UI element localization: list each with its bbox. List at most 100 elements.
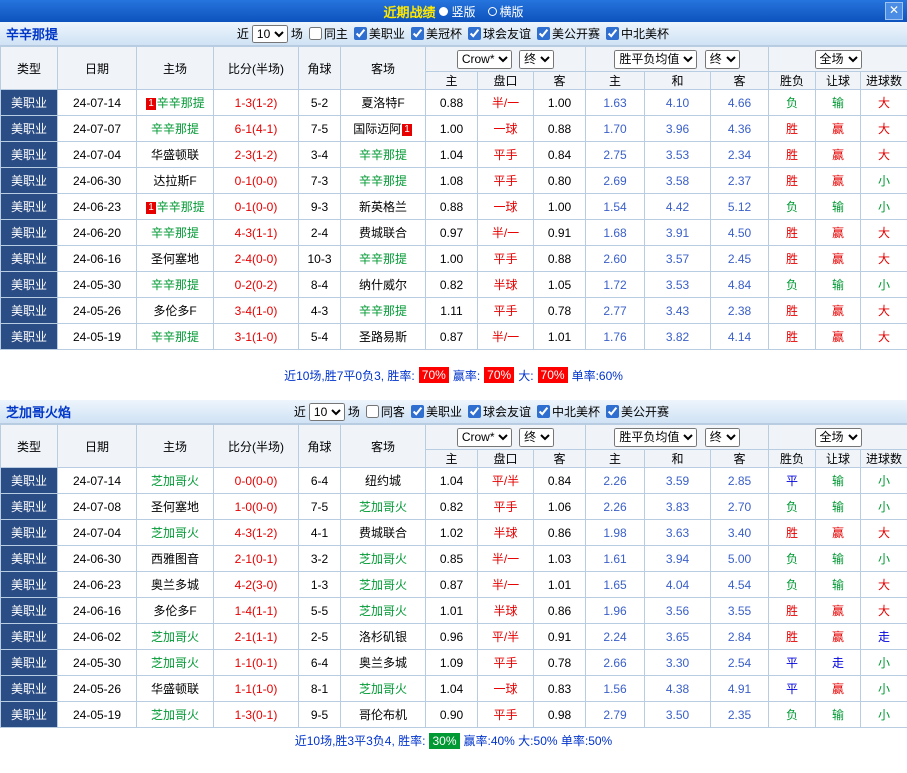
goals-cell: 大 bbox=[861, 246, 907, 272]
match-row: 美职业24-06-231辛辛那提0-1(0-0)9-3新英格兰0.88一球1.0… bbox=[1, 194, 907, 220]
away-team-cell: 辛辛那提 bbox=[341, 298, 426, 324]
corner-cell: 5-2 bbox=[299, 90, 341, 116]
home-odds-cell: 0.87 bbox=[426, 572, 478, 598]
same-venue-filter[interactable]: 同主 bbox=[309, 25, 348, 42]
handicap-result-cell: 赢 bbox=[816, 168, 861, 194]
league-checkbox[interactable] bbox=[468, 27, 481, 40]
same-venue-checkbox[interactable] bbox=[366, 405, 379, 418]
handicap-cell: 平手 bbox=[478, 702, 534, 728]
odds-time-select[interactable]: 终 bbox=[519, 50, 554, 69]
avg-type-select[interactable]: 胜平负均值 bbox=[614, 50, 697, 69]
avg-away-cell: 5.12 bbox=[711, 194, 769, 220]
col-header-type: 类型 bbox=[1, 47, 58, 90]
match-row: 美职业24-05-19辛辛那提3-1(1-0)5-4圣路易斯0.87半/一1.0… bbox=[1, 324, 907, 350]
corner-cell: 3-4 bbox=[299, 142, 341, 168]
summary-text: 单率:60% bbox=[572, 367, 623, 384]
league-checkbox[interactable] bbox=[468, 405, 481, 418]
league-cell: 美职业 bbox=[1, 116, 58, 142]
handicap-cell: 平手 bbox=[478, 494, 534, 520]
odds-group-header: Crow* 终 bbox=[426, 47, 586, 72]
league-checkbox[interactable] bbox=[606, 405, 619, 418]
league-checkbox[interactable] bbox=[537, 405, 550, 418]
subcol-odds-home: 主 bbox=[426, 72, 478, 90]
league-filter[interactable]: 球会友谊 bbox=[468, 25, 531, 42]
league-label: 美公开赛 bbox=[621, 403, 669, 420]
team-name-text: 夏洛特F bbox=[361, 96, 404, 110]
goals-cell: 大 bbox=[861, 90, 907, 116]
col-header-away: 客场 bbox=[341, 47, 426, 90]
radio-horizontal-label: 横版 bbox=[500, 3, 524, 20]
result-cell: 胜 bbox=[769, 624, 816, 650]
handicap-cell: 平/半 bbox=[478, 624, 534, 650]
avg-draw-cell: 3.65 bbox=[645, 624, 711, 650]
odds-company-select[interactable]: Crow* bbox=[457, 428, 512, 447]
odds-company-select[interactable]: Crow* bbox=[457, 50, 512, 69]
home-team-cell: 多伦多F bbox=[137, 598, 214, 624]
away-team-cell: 费城联合 bbox=[341, 220, 426, 246]
score-cell: 6-1(4-1) bbox=[214, 116, 299, 142]
home-odds-cell: 1.09 bbox=[426, 650, 478, 676]
handicap-result-cell: 输 bbox=[816, 702, 861, 728]
period-select[interactable]: 全场 bbox=[815, 50, 862, 69]
league-checkbox[interactable] bbox=[354, 27, 367, 40]
avg-draw-cell: 3.43 bbox=[645, 298, 711, 324]
league-checkbox[interactable] bbox=[411, 27, 424, 40]
league-filter[interactable]: 美职业 bbox=[411, 403, 462, 420]
league-checkbox[interactable] bbox=[606, 27, 619, 40]
same-venue-filter[interactable]: 同客 bbox=[366, 403, 405, 420]
away-odds-cell: 1.01 bbox=[534, 572, 586, 598]
avg-time-select[interactable]: 终 bbox=[705, 50, 740, 69]
league-filter[interactable]: 中北美杯 bbox=[606, 25, 669, 42]
avg-away-cell: 3.40 bbox=[711, 520, 769, 546]
odds-time-select[interactable]: 终 bbox=[519, 428, 554, 447]
match-row: 美职业24-07-04华盛顿联2-3(1-2)3-4辛辛那提1.04平手0.84… bbox=[1, 142, 907, 168]
result-cell: 负 bbox=[769, 546, 816, 572]
avg-away-cell: 2.85 bbox=[711, 468, 769, 494]
match-row: 美职业24-06-20辛辛那提4-3(1-1)2-4费城联合0.97半/一0.9… bbox=[1, 220, 907, 246]
result-cell: 平 bbox=[769, 468, 816, 494]
away-odds-cell: 1.01 bbox=[534, 324, 586, 350]
league-cell: 美职业 bbox=[1, 494, 58, 520]
league-filter[interactable]: 球会友谊 bbox=[468, 403, 531, 420]
avg-draw-cell: 3.50 bbox=[645, 702, 711, 728]
home-team-cell: 华盛顿联 bbox=[137, 142, 214, 168]
away-odds-cell: 0.78 bbox=[534, 650, 586, 676]
close-icon[interactable]: ✕ bbox=[885, 2, 903, 20]
league-label: 球会友谊 bbox=[483, 403, 531, 420]
avg-time-select[interactable]: 终 bbox=[705, 428, 740, 447]
match-count-select[interactable]: 10 bbox=[252, 25, 288, 43]
avg-away-cell: 5.00 bbox=[711, 546, 769, 572]
handicap-result-cell: 赢 bbox=[816, 298, 861, 324]
league-filter[interactable]: 美公开赛 bbox=[606, 403, 669, 420]
league-cell: 美职业 bbox=[1, 572, 58, 598]
team-name-text: 圣何塞地 bbox=[151, 252, 199, 266]
radio-vertical[interactable]: 竖版 bbox=[439, 3, 475, 20]
league-filter[interactable]: 美冠杯 bbox=[411, 25, 462, 42]
avg-home-cell: 1.76 bbox=[586, 324, 645, 350]
avg-draw-cell: 4.10 bbox=[645, 90, 711, 116]
match-count-select[interactable]: 10 bbox=[309, 403, 345, 421]
goals-cell: 小 bbox=[861, 194, 907, 220]
league-checkbox[interactable] bbox=[537, 27, 550, 40]
avg-type-select[interactable]: 胜平负均值 bbox=[614, 428, 697, 447]
home-team-cell: 西雅图音 bbox=[137, 546, 214, 572]
radio-horizontal[interactable]: 横版 bbox=[488, 3, 524, 20]
league-filter[interactable]: 美公开赛 bbox=[537, 25, 600, 42]
same-venue-checkbox[interactable] bbox=[309, 27, 322, 40]
home-team-cell: 圣何塞地 bbox=[137, 246, 214, 272]
away-odds-cell: 1.00 bbox=[534, 194, 586, 220]
league-filter[interactable]: 中北美杯 bbox=[537, 403, 600, 420]
team-name-text: 芝加哥火 bbox=[359, 500, 407, 514]
team-name-text: 圣路易斯 bbox=[359, 330, 407, 344]
away-team-cell: 哥伦布机 bbox=[341, 702, 426, 728]
date-cell: 24-07-04 bbox=[58, 520, 137, 546]
league-filter[interactable]: 美职业 bbox=[354, 25, 405, 42]
goals-cell: 小 bbox=[861, 702, 907, 728]
date-cell: 24-07-14 bbox=[58, 90, 137, 116]
handicap-cell: 一球 bbox=[478, 676, 534, 702]
home-odds-cell: 1.00 bbox=[426, 246, 478, 272]
period-select[interactable]: 全场 bbox=[815, 428, 862, 447]
league-checkbox[interactable] bbox=[411, 405, 424, 418]
away-odds-cell: 0.78 bbox=[534, 298, 586, 324]
home-odds-cell: 1.08 bbox=[426, 168, 478, 194]
